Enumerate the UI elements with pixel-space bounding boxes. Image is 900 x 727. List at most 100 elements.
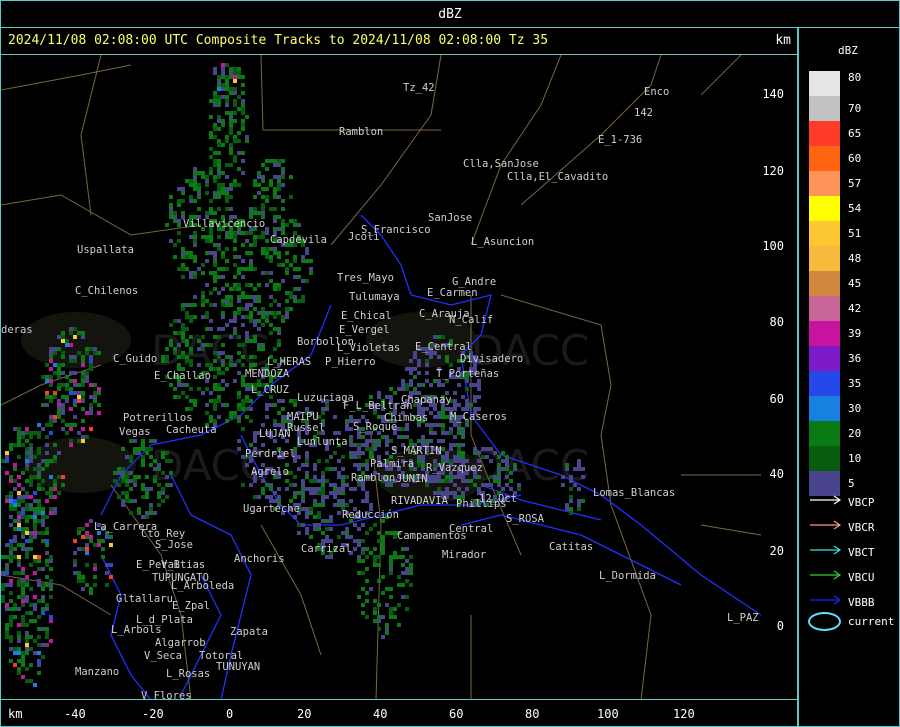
echo-cell	[181, 263, 185, 267]
echo-cell	[181, 191, 185, 195]
dbz-swatch-label: 57	[848, 177, 862, 190]
echo-cell	[305, 511, 309, 515]
echo-cell	[369, 551, 373, 555]
echo-cell	[261, 203, 265, 207]
echo-cell	[229, 67, 233, 71]
echo-cell	[229, 235, 233, 239]
echo-cell	[225, 199, 229, 203]
echo-cell	[241, 123, 245, 127]
echo-cell	[105, 563, 109, 567]
echo-cell	[17, 647, 21, 651]
echo-cell	[5, 623, 9, 627]
echo-cell	[321, 495, 325, 499]
echo-cell	[357, 443, 361, 447]
echo-cell	[37, 567, 41, 571]
dbz-swatch-label: 5	[848, 477, 855, 490]
echo-cell	[249, 339, 253, 343]
echo-cell	[17, 443, 21, 447]
echo-cell	[205, 235, 209, 239]
echo-cell	[345, 531, 349, 535]
echo-cell	[45, 403, 49, 407]
echo-cell	[13, 615, 17, 619]
echo-cell	[257, 175, 261, 179]
echo-cell	[37, 471, 41, 475]
dbz-swatch	[809, 321, 840, 346]
echo-cell	[229, 123, 233, 127]
echo-cell	[249, 407, 253, 411]
echo-cell	[49, 359, 53, 363]
echo-cell	[77, 431, 81, 435]
echo-cell	[189, 335, 193, 339]
echo-cell	[401, 571, 405, 575]
echo-cell	[237, 271, 241, 275]
echo-cell	[229, 143, 233, 147]
echo-cell	[185, 395, 189, 399]
echo-cell	[69, 387, 73, 391]
echo-cell	[85, 371, 89, 375]
echo-cell	[89, 535, 93, 539]
echo-cell	[225, 259, 229, 263]
echo-cell	[365, 443, 369, 447]
echo-cell	[465, 403, 469, 407]
echo-cell	[441, 335, 445, 339]
echo-cell	[237, 255, 241, 259]
echo-cell	[253, 307, 257, 311]
echo-cell	[373, 619, 377, 623]
echo-cell	[17, 499, 21, 503]
echo-cell	[217, 163, 221, 167]
echo-cell	[45, 459, 49, 463]
echo-cell	[457, 383, 461, 387]
echo-cell	[449, 427, 453, 431]
echo-cell	[141, 459, 145, 463]
echo-cell	[9, 547, 13, 551]
echo-cell	[289, 399, 293, 403]
echo-cell	[177, 383, 181, 387]
echo-cell	[453, 391, 457, 395]
echo-cell	[49, 619, 53, 623]
echo-cell	[13, 547, 17, 551]
echo-cell	[221, 71, 225, 75]
echo-cell	[25, 431, 29, 435]
echo-cell	[157, 463, 161, 467]
echo-cell	[497, 479, 501, 483]
echo-cell	[277, 195, 281, 199]
echo-cell	[209, 231, 213, 235]
echo-cell	[261, 487, 265, 491]
echo-cell	[213, 287, 217, 291]
echo-cell	[205, 299, 209, 303]
echo-cell	[377, 395, 381, 399]
radar-map[interactable]: DACC DACC DACC DACC Ramblon Enco E_1-736…	[0, 55, 798, 700]
echo-cell	[461, 435, 465, 439]
place-label: S_Roque	[353, 421, 397, 433]
echo-cell	[53, 495, 57, 499]
echo-cell	[289, 175, 293, 179]
echo-cell	[93, 351, 97, 355]
echo-cell	[177, 267, 181, 271]
radar-map-canvas[interactable]: DACC DACC DACC DACC RamblonEncoE_1-736Cl…	[1, 55, 798, 700]
echo-cell	[217, 159, 221, 163]
echo-cell	[97, 391, 101, 395]
x-tick: 120	[673, 707, 695, 721]
echo-cell	[37, 507, 41, 511]
echo-cell	[41, 567, 45, 571]
echo-cell	[293, 219, 297, 223]
echo-cell	[233, 247, 237, 251]
echo-cell	[309, 479, 313, 483]
echo-cell	[265, 483, 269, 487]
echo-cell	[341, 487, 345, 491]
echo-cell	[213, 351, 217, 355]
echo-cell	[41, 427, 45, 431]
echo-cell	[357, 595, 361, 599]
echo-cell	[9, 579, 13, 583]
echo-cell	[301, 523, 305, 527]
place-label: L_Arboleda	[171, 580, 234, 592]
echo-cell	[497, 483, 501, 487]
echo-cell	[341, 499, 345, 503]
echo-cell	[17, 631, 21, 635]
echo-cell	[237, 283, 241, 287]
echo-cell	[233, 91, 237, 95]
y-tick: 0	[776, 619, 784, 633]
echo-cell	[169, 343, 173, 347]
echo-cell	[125, 479, 129, 483]
echo-cell	[33, 455, 37, 459]
